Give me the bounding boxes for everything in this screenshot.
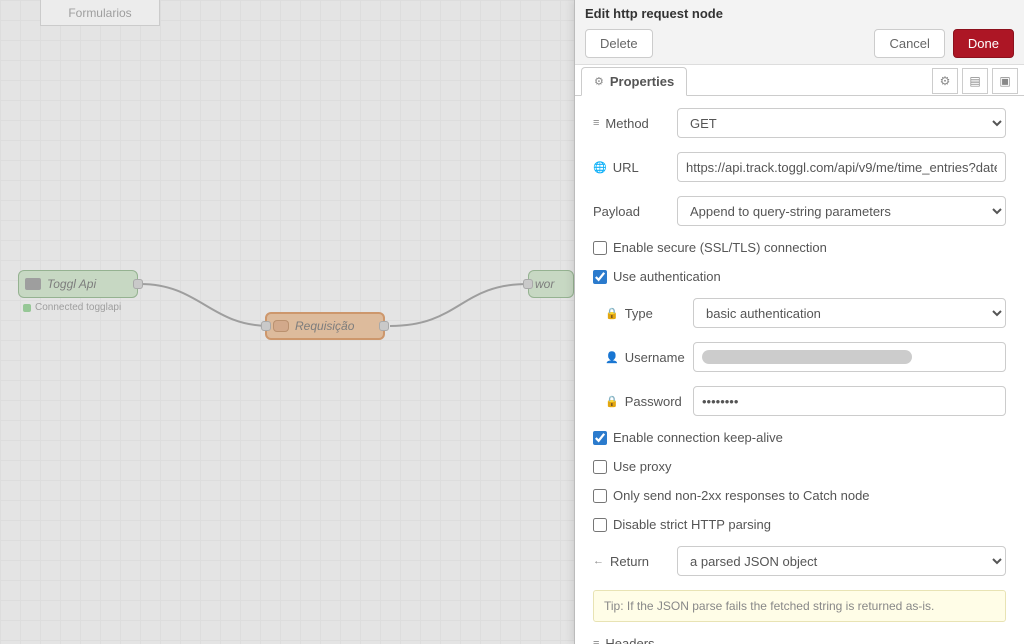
node-input-port[interactable] [523, 279, 533, 289]
strict-parsing-checkbox[interactable] [593, 518, 607, 532]
lock-icon: 🔒 [605, 395, 619, 408]
gear-icon: ⚙ [594, 75, 604, 88]
user-icon: 👤 [605, 351, 619, 364]
workspace-tab-label: Formularios [68, 6, 131, 20]
node-worker[interactable]: wor [528, 270, 574, 298]
node-label: Requisição [295, 319, 354, 333]
delete-button[interactable]: Delete [585, 29, 653, 58]
password-label: Password [625, 394, 682, 409]
url-input[interactable] [677, 152, 1006, 182]
payload-select[interactable]: Append to query-string parameters [677, 196, 1006, 226]
username-label: Username [625, 350, 685, 365]
redacted-username [702, 350, 912, 364]
docs-icon-button[interactable]: ▤ [962, 68, 988, 94]
panel-tabs: ⚙ Properties ⚙ ▤ ▣ [575, 67, 1024, 96]
config-node-icon [25, 278, 41, 290]
strict-parsing-label: Disable strict HTTP parsing [613, 517, 771, 532]
payload-label: Payload [593, 204, 640, 219]
headers-label: Headers [605, 636, 654, 644]
done-button[interactable]: Done [953, 29, 1014, 58]
proxy-label: Use proxy [613, 459, 672, 474]
gear-icon: ⚙ [940, 74, 951, 88]
http-node-icon [273, 320, 289, 332]
return-arrow-icon: ← [593, 555, 604, 567]
settings-icon-button[interactable]: ⚙ [932, 68, 958, 94]
non2xx-label: Only send non-2xx responses to Catch nod… [613, 488, 870, 503]
panel-body[interactable]: ≡ Method GET 🌐 URL Payload Append to query… [575, 96, 1024, 644]
node-status: Connected togglapi [23, 302, 121, 313]
node-status-text: Connected togglapi [35, 302, 121, 313]
ssl-label: Enable secure (SSL/TLS) connection [613, 240, 827, 255]
node-input-port[interactable] [261, 321, 271, 331]
password-input[interactable] [693, 386, 1006, 416]
node-output-port[interactable] [379, 321, 389, 331]
globe-icon: 🌐 [593, 161, 607, 174]
return-select[interactable]: a parsed JSON object [677, 546, 1006, 576]
layout-icon: ▣ [999, 74, 1010, 88]
node-toggl-api[interactable]: Toggl Api Connected togglapi [18, 270, 138, 298]
auth-type-label: Type [625, 306, 653, 321]
node-label: Toggl Api [47, 277, 96, 291]
return-label: Return [610, 554, 649, 569]
use-auth-checkbox[interactable] [593, 270, 607, 284]
panel-header: Edit http request node Delete Cancel Don… [575, 0, 1024, 65]
node-label: wor [535, 277, 554, 291]
auth-type-select[interactable]: basic authentication [693, 298, 1006, 328]
url-label: URL [613, 160, 639, 175]
list-icon: ≡ [593, 638, 599, 644]
node-requisicao[interactable]: Requisição [265, 312, 385, 340]
method-select[interactable]: GET [677, 108, 1006, 138]
non2xx-checkbox[interactable] [593, 489, 607, 503]
username-input[interactable] [693, 342, 1006, 372]
keepalive-label: Enable connection keep-alive [613, 430, 783, 445]
list-icon: ≡ [593, 117, 599, 129]
appearance-icon-button[interactable]: ▣ [992, 68, 1018, 94]
panel-title: Edit http request node [585, 6, 1014, 21]
workspace-tab[interactable]: Formularios [40, 0, 160, 26]
tab-label: Properties [610, 74, 674, 89]
ssl-checkbox[interactable] [593, 241, 607, 255]
tab-properties[interactable]: ⚙ Properties [581, 67, 687, 96]
tip-box: Tip: If the JSON parse fails the fetched… [593, 590, 1006, 622]
status-dot-icon [23, 304, 31, 312]
headers-section-label: ≡ Headers [593, 636, 1006, 644]
method-label: Method [605, 116, 648, 131]
keepalive-checkbox[interactable] [593, 431, 607, 445]
document-icon: ▤ [969, 74, 980, 88]
node-output-port[interactable] [133, 279, 143, 289]
use-auth-label: Use authentication [613, 269, 721, 284]
lock-icon: 🔒 [605, 307, 619, 320]
proxy-checkbox[interactable] [593, 460, 607, 474]
cancel-button[interactable]: Cancel [874, 29, 944, 58]
edit-node-panel: Edit http request node Delete Cancel Don… [574, 0, 1024, 644]
